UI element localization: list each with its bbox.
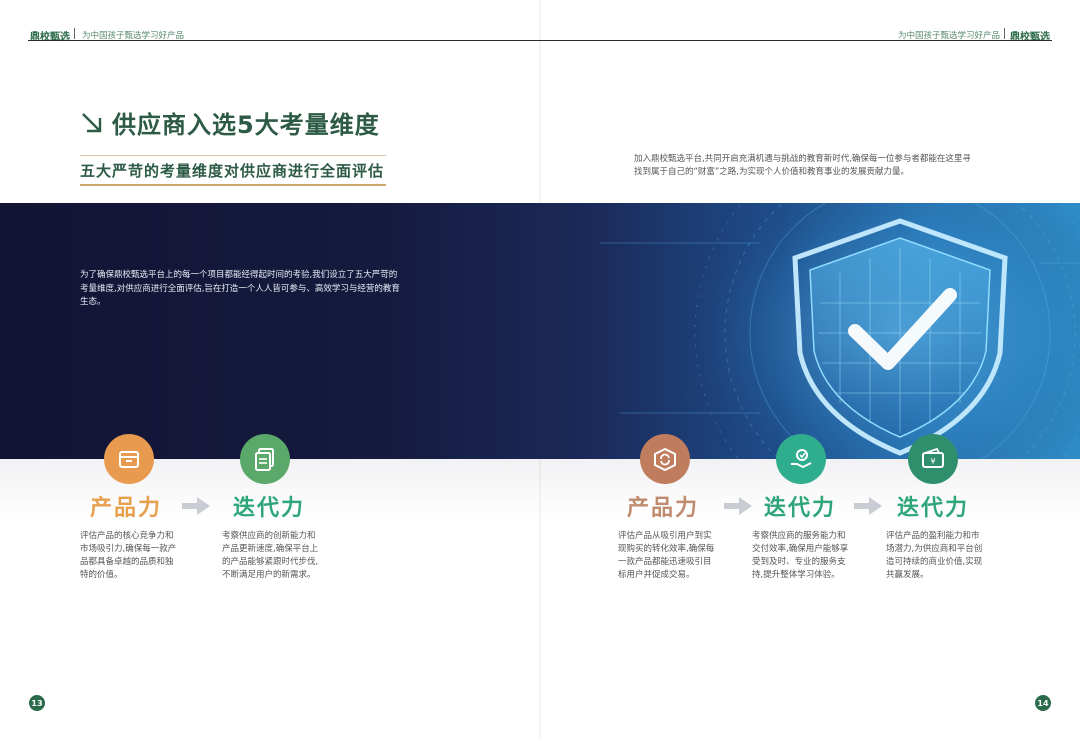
dimension-2-label: 迭代力	[233, 496, 306, 521]
banner-paragraph: 为了确保鼎校甄选平台上的每一个项目都能经得起时间的考验,我们设立了五大严苛的考量…	[80, 270, 400, 307]
box-icon	[119, 451, 139, 468]
dimension-1-description: 评估产品的核心竞争力和市场吸引力,确保每一款产品都具备卓越的品质和独特的价值。	[80, 531, 177, 580]
dimension-4-icon-circle	[776, 434, 826, 484]
brochure-spread: 鼎校甄选 为中国孩子甄选学习好产品 为中国孩子甄选学习好产品 鼎校甄选 供应商入…	[0, 0, 1080, 739]
page-number-right: 14	[1035, 695, 1051, 711]
page-title: 供应商入选5大考量维度	[112, 111, 380, 139]
wallet-icon: ¥	[922, 447, 944, 468]
recycle-box-icon	[654, 447, 676, 472]
dimension-1-label: 产品力	[90, 496, 163, 521]
header-separator-left	[74, 28, 75, 39]
page-number-left: 13	[29, 695, 45, 711]
dimension-4-description: 考察供应商的服务能力和交付效率,确保用户能够享受到及时、专业的服务支持,提升整体…	[752, 531, 849, 580]
dimension-4-label: 迭代力	[764, 496, 837, 521]
arrow-down-right-icon	[82, 112, 102, 132]
dimension-1-icon-circle	[104, 434, 154, 484]
dimension-3-icon-circle	[640, 434, 690, 484]
shield-check-illustration	[600, 203, 1080, 459]
svg-text:¥: ¥	[930, 457, 935, 466]
dimension-2-icon-circle	[240, 434, 290, 484]
dimension-5-icon-circle: ¥	[908, 434, 958, 484]
header-separator-right	[1004, 28, 1005, 39]
dimension-5-description: 评估产品的盈利能力和市场潜力,为供应商和平台创造可持续的商业价值,实现共赢发展。	[886, 531, 983, 580]
hand-service-icon	[791, 449, 812, 468]
arrow-right-icon	[182, 497, 210, 515]
intro-paragraph: 加入鼎校甄选平台,共同开启充满机遇与挑战的教育新时代,确保每一位参与者都能在这里…	[634, 154, 971, 177]
dimension-3-description: 评估产品从吸引用户到实现购买的转化效率,确保每一款产品都能迅速吸引目标用户并促成…	[618, 531, 715, 580]
page-subtitle: 五大严苛的考量维度对供应商进行全面评估	[80, 162, 385, 180]
dimension-5-label: 迭代力	[897, 496, 970, 521]
dimension-3-label: 产品力	[627, 496, 700, 521]
title-block: 供应商入选5大考量维度	[80, 105, 380, 140]
hero-banner: 为了确保鼎校甄选平台上的每一个项目都能经得起时间的考验,我们设立了五大严苛的考量…	[0, 203, 1080, 459]
arrow-right-icon	[854, 497, 882, 515]
subtitle-top-rule	[80, 155, 386, 156]
header-rule	[28, 40, 1052, 41]
arrow-right-icon	[724, 497, 752, 515]
documents-icon	[255, 448, 274, 471]
dimension-2-description: 考察供应商的创新能力和产品更新速度,确保平台上的产品能够紧跟时代步伐,不断满足用…	[222, 531, 319, 580]
subtitle-underline	[80, 184, 386, 186]
